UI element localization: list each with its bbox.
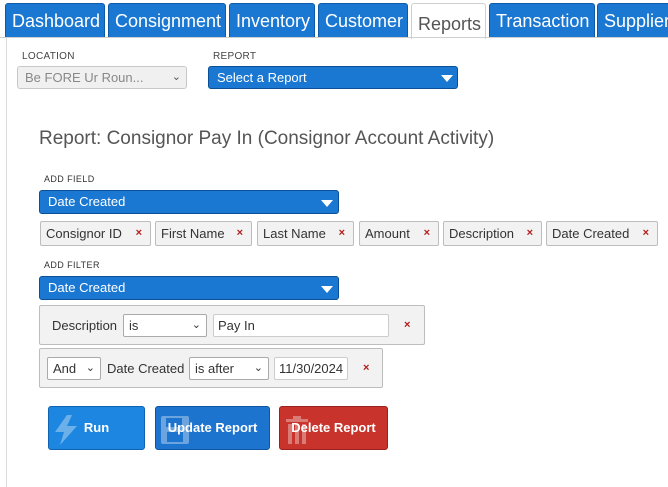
main-tab-bar: Dashboard Consignment Inventory Customer… [0, 0, 668, 39]
location-value: Be FORE Ur Roun... [25, 70, 144, 85]
add-filter-select[interactable]: Date Created [39, 276, 339, 300]
run-button[interactable]: Run [48, 406, 145, 450]
filter-row-date-created: And ⌄ Date Created is after ⌄ 11/30/2024… [39, 348, 383, 388]
location-label: LOCATION [22, 51, 75, 62]
remove-filter-icon[interactable]: × [404, 319, 410, 331]
tab-consignment[interactable]: Consignment [108, 3, 226, 37]
add-filter-value: Date Created [48, 280, 126, 295]
field-chip-label: Consignor ID [46, 226, 122, 241]
remove-icon[interactable]: × [424, 222, 430, 245]
tab-transaction[interactable]: Transaction [489, 3, 595, 37]
filter-field-label: Date Created [107, 361, 185, 376]
tab-inventory[interactable]: Inventory [229, 3, 315, 37]
tab-dashboard[interactable]: Dashboard [5, 3, 105, 37]
tab-supplier[interactable]: Supplier [597, 3, 668, 37]
chevron-down-icon: ⌄ [85, 362, 95, 374]
delete-report-label: Delete Report [291, 420, 376, 435]
report-value: Select a Report [217, 70, 307, 85]
field-chip-consignor-id: Consignor ID × [40, 221, 151, 246]
remove-icon[interactable]: × [527, 222, 533, 245]
add-filter-label: ADD FILTER [44, 260, 100, 270]
filter-value-input[interactable]: Pay In [213, 314, 389, 337]
add-field-label: ADD FIELD [44, 174, 95, 184]
update-report-label: Update Report [167, 420, 258, 435]
filter-operator-value: is after [195, 361, 235, 376]
field-chip-label: First Name [161, 226, 225, 241]
tab-customer[interactable]: Customer [318, 3, 408, 37]
field-chip-label: Date Created [552, 226, 630, 241]
lightning-icon [55, 415, 77, 445]
filter-conjunction-value: And [53, 361, 77, 376]
filter-operator-select[interactable]: is ⌄ [123, 314, 207, 337]
filter-conjunction-select[interactable]: And ⌄ [47, 357, 101, 380]
caret-down-icon [321, 286, 333, 293]
report-select[interactable]: Select a Report [208, 66, 458, 89]
filter-operator-select[interactable]: is after ⌄ [189, 357, 269, 380]
run-button-label: Run [83, 420, 110, 435]
field-chip-date-created: Date Created × [546, 221, 658, 246]
remove-icon[interactable]: × [136, 222, 142, 245]
filter-field-label: Description [52, 318, 118, 333]
tab-divider [0, 37, 668, 38]
delete-report-button[interactable]: Delete Report [279, 406, 388, 450]
remove-icon[interactable]: × [643, 222, 649, 245]
chevron-down-icon: ⌄ [191, 319, 201, 331]
field-chip-last-name: Last Name × [257, 221, 354, 246]
location-select[interactable]: Be FORE Ur Roun... ⌄ [17, 66, 187, 89]
report-label: REPORT [213, 51, 257, 62]
field-chip-label: Description [449, 226, 515, 241]
remove-icon[interactable]: × [237, 222, 243, 245]
add-field-value: Date Created [48, 194, 126, 209]
page-title: Report: Consignor Pay In (Consignor Acco… [39, 128, 495, 149]
filter-date-input[interactable]: 11/30/2024 [274, 357, 348, 380]
content-left-border [6, 38, 7, 487]
add-field-select[interactable]: Date Created [39, 190, 339, 214]
field-chip-description: Description × [443, 221, 542, 246]
field-chip-first-name: First Name × [155, 221, 252, 246]
chevron-down-icon: ⌄ [171, 71, 181, 83]
field-chip-label: Amount [365, 226, 410, 241]
field-chip-label: Last Name [263, 226, 326, 241]
tab-reports[interactable]: Reports [411, 3, 486, 39]
remove-icon[interactable]: × [339, 222, 345, 245]
chevron-down-icon: ⌄ [253, 362, 263, 374]
update-report-button[interactable]: Update Report [155, 406, 270, 450]
field-chip-amount: Amount × [359, 221, 439, 246]
filter-row-description: Description is ⌄ Pay In × [39, 305, 425, 345]
remove-filter-icon[interactable]: × [363, 362, 369, 374]
caret-down-icon [441, 75, 453, 82]
caret-down-icon [321, 200, 333, 207]
filter-operator-value: is [129, 318, 139, 333]
